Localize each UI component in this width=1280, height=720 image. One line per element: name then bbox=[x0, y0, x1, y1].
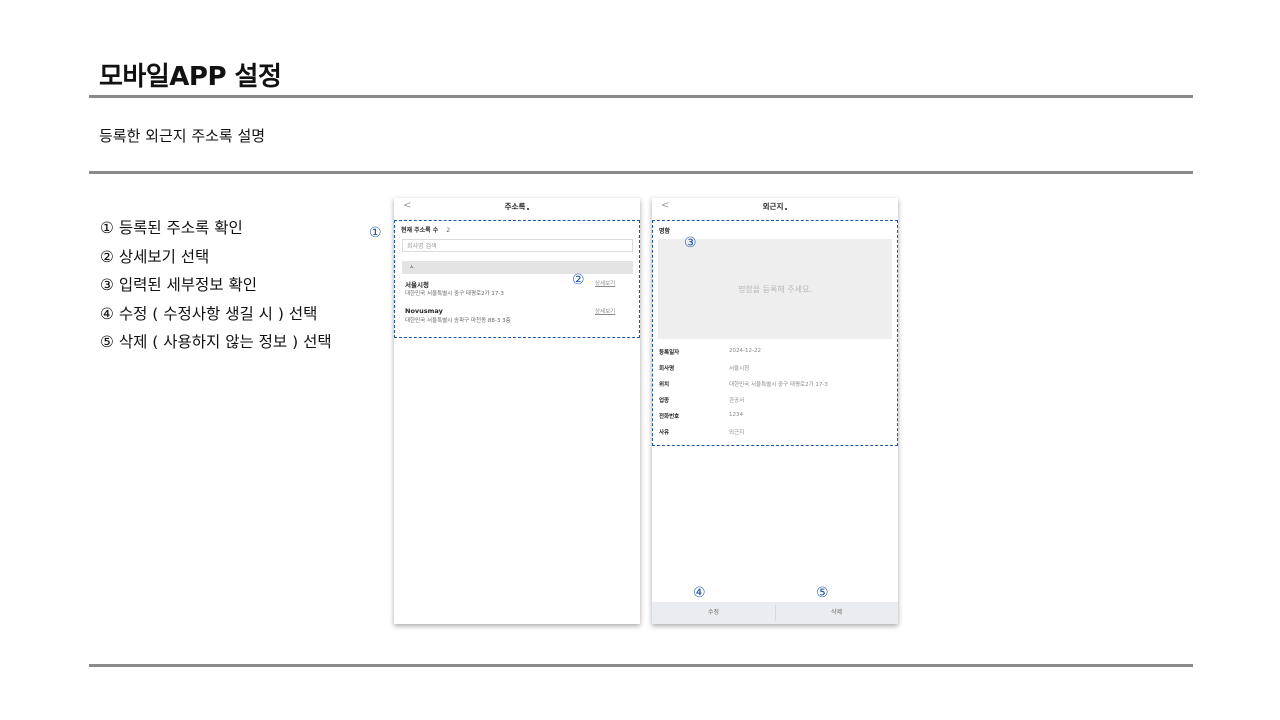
detail-title: 외근지 bbox=[762, 202, 784, 211]
step-item: ⑤ 삭제 ( 사용하지 않는 정보 ) 선택 bbox=[100, 333, 332, 351]
row-label: 위치 bbox=[659, 382, 670, 388]
row-value: 2024-12-22 bbox=[729, 348, 761, 354]
callout-marker-1: ① bbox=[369, 225, 382, 241]
row-label: 전화번호 bbox=[659, 414, 680, 420]
row-value: 1234 bbox=[729, 412, 743, 418]
callout-marker-4: ④ bbox=[693, 585, 706, 601]
entry-name: Novusmay bbox=[405, 307, 443, 315]
edit-button[interactable]: 수정 bbox=[652, 602, 775, 624]
row-value: 서울시청 bbox=[729, 366, 750, 372]
detail-view-link[interactable]: 상세보기 bbox=[595, 307, 615, 315]
address-count-value: 2 bbox=[446, 227, 451, 234]
row-label: 등록일자 bbox=[659, 350, 680, 356]
row-value: 관공서 bbox=[729, 398, 745, 404]
row-label: 회사명 bbox=[659, 366, 675, 372]
footer-divider bbox=[89, 664, 1193, 667]
business-card-placeholder-text: 명함을 등록해 주세요. bbox=[738, 284, 812, 294]
company-search-input[interactable]: 회사명 검색 bbox=[402, 239, 633, 252]
delete-button[interactable]: 삭제 bbox=[775, 602, 898, 624]
title-dot-icon bbox=[527, 208, 530, 210]
entry-address: 대한민국 서울특별시 송파구 마천동 88-3 3층 bbox=[405, 318, 511, 324]
page-title: 모바일APP 설정 bbox=[99, 62, 282, 92]
address-book-topbar: < 주소록 bbox=[394, 198, 640, 216]
detail-topbar: < 외근지 bbox=[652, 198, 898, 216]
row-label: 사유 bbox=[659, 430, 670, 436]
bottom-button-bar: 수정 삭제 bbox=[652, 602, 898, 624]
group-header: ㅅ bbox=[402, 261, 633, 274]
address-book-title: 주소록 bbox=[504, 202, 526, 211]
entry-name: 서울시청 bbox=[405, 281, 429, 289]
step-item: ④ 수정 ( 수정사항 생길 시 ) 선택 bbox=[100, 304, 318, 323]
row-value: 대한민국 서울특별시 중구 태평로2가 17-3 bbox=[729, 382, 828, 388]
callout-marker-5: ⑤ bbox=[816, 585, 829, 601]
business-card-label: 명함 bbox=[659, 228, 671, 235]
row-value: 외근지 bbox=[729, 430, 745, 436]
page-subtitle: 등록한 외근지 주소록 설명 bbox=[99, 127, 266, 145]
step-item: ② 상세보기 선택 bbox=[100, 247, 210, 266]
step-list: ① 등록된 주소록 확인 ② 상세보기 선택 ③ 입력된 세부정보 확인 ④ 수… bbox=[100, 216, 332, 359]
entry-address: 대한민국 서울특별시 중구 태평로2가 17-3 bbox=[405, 291, 504, 297]
title-divider bbox=[89, 95, 1193, 98]
detail-screen: < 외근지 명함 명함을 등록해 주세요. 등록일자 2024-12-22 회사… bbox=[652, 198, 898, 624]
address-book-screen: < 주소록 현재 주소록 수 2 회사명 검색 ㅅ 서울시청 대한민국 서울특별… bbox=[394, 198, 640, 624]
step-item: ③ 입력된 세부정보 확인 bbox=[100, 276, 258, 294]
row-label: 업종 bbox=[659, 398, 670, 404]
callout-marker-3: ③ bbox=[684, 235, 697, 251]
detail-info-highlight: 명함 명함을 등록해 주세요. 등록일자 2024-12-22 회사명 서울시청… bbox=[652, 220, 898, 446]
address-count-label: 현재 주소록 수 bbox=[401, 227, 439, 234]
title-dot-icon bbox=[785, 208, 788, 210]
detail-view-link[interactable]: 상세보기 bbox=[595, 279, 615, 287]
subtitle-divider bbox=[89, 171, 1193, 174]
callout-marker-2: ② bbox=[572, 272, 585, 288]
business-card-placeholder[interactable]: 명함을 등록해 주세요. bbox=[658, 239, 892, 339]
address-list-highlight: 현재 주소록 수 2 회사명 검색 ㅅ 서울시청 대한민국 서울특별시 중구 태… bbox=[394, 220, 640, 338]
step-item: ① 등록된 주소록 확인 bbox=[100, 219, 243, 237]
